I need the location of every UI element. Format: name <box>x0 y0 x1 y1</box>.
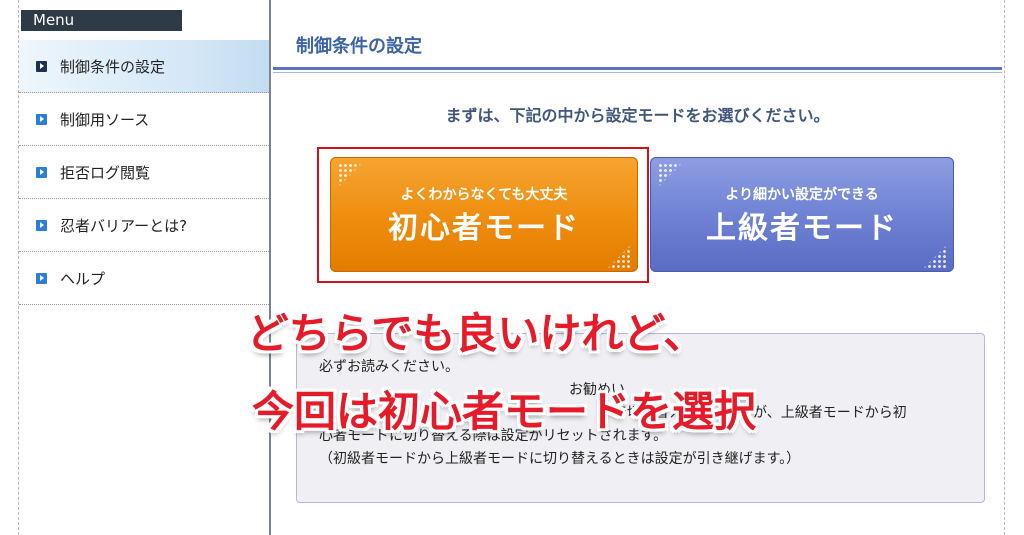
play-arrow-icon <box>36 60 47 72</box>
play-arrow-icon <box>36 113 47 125</box>
sidebar-item-help[interactable]: ヘルプ <box>19 252 269 305</box>
mode-instruction: まずは、下記の中から設定モードをお選びください。 <box>445 106 830 125</box>
title-divider <box>273 67 1002 70</box>
beginner-mode-label: 初心者モード <box>388 211 580 246</box>
notice-line: （初級者モードから上級者モードに切り替えるときは設定が引き継げます。） <box>319 451 801 467</box>
dot-pattern-icon <box>606 244 632 268</box>
advanced-mode-subtitle: より細かい設定ができる <box>725 187 879 203</box>
sidebar: Menu 制御条件の設定 制御用ソース 拒否ログ閲覧 忍者バリアーとは? ヘルプ <box>19 0 271 535</box>
beginner-mode-subtitle: よくわからなくても大丈夫 <box>400 187 568 203</box>
sidebar-item-about[interactable]: 忍者バリアーとは? <box>19 199 269 252</box>
page-right-border <box>1004 0 1005 535</box>
sidebar-item-label: 拒否ログ閲覧 <box>60 163 151 182</box>
play-arrow-icon <box>36 219 47 231</box>
play-arrow-icon <box>36 272 47 284</box>
sidebar-item-deny-log[interactable]: 拒否ログ閲覧 <box>19 146 269 199</box>
menu-list: 制御条件の設定 制御用ソース 拒否ログ閲覧 忍者バリアーとは? ヘルプ <box>19 40 269 305</box>
page-title: 制御条件の設定 <box>296 36 422 57</box>
menu-header: Menu <box>21 10 182 31</box>
sidebar-item-label: ヘルプ <box>60 269 106 288</box>
advanced-mode-label: 上級者モード <box>706 211 898 246</box>
beginner-mode-button[interactable]: よくわからなくても大丈夫 初心者モード <box>330 157 638 272</box>
play-arrow-icon <box>36 166 47 178</box>
title-divider-thin <box>273 72 1002 73</box>
sidebar-item-control-source[interactable]: 制御用ソース <box>19 93 269 146</box>
sidebar-item-label: 忍者バリアーとは? <box>60 216 188 235</box>
sidebar-item-label: 制御条件の設定 <box>60 57 166 76</box>
annotation-overlay-line1: どちらでも良いけれど、 <box>246 309 706 358</box>
advanced-mode-button[interactable]: より細かい設定ができる 上級者モード <box>650 157 954 272</box>
sidebar-item-control-settings[interactable]: 制御条件の設定 <box>19 40 269 93</box>
dot-pattern-icon <box>922 244 948 268</box>
annotation-overlay-line2: 今回は初心者モードを選択 <box>251 387 756 436</box>
sidebar-item-label: 制御用ソース <box>60 110 150 129</box>
